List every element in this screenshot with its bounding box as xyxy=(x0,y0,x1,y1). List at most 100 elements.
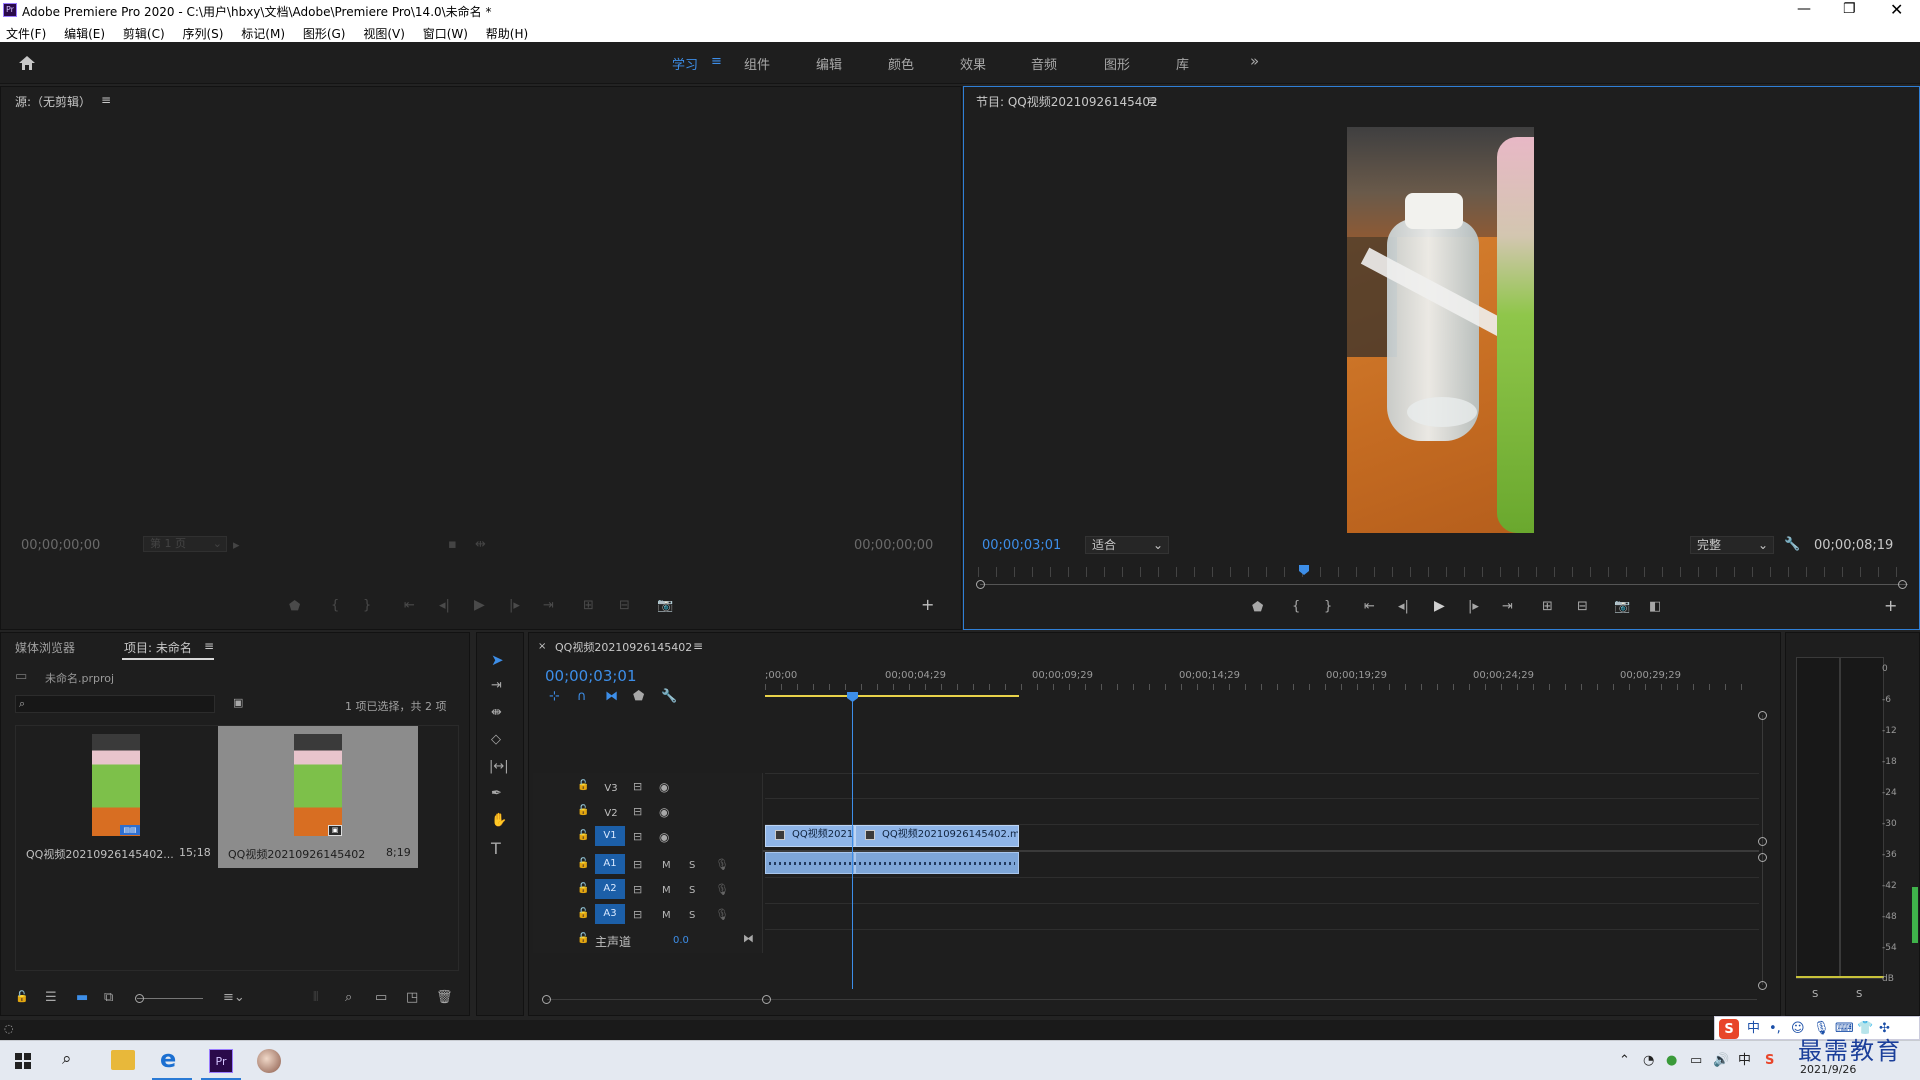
new-item-icon[interactable]: ◳ xyxy=(406,991,418,1004)
source-go-to-out-icon[interactable]: ⇥ xyxy=(543,599,554,612)
meter-solo-button[interactable]: S xyxy=(1812,989,1818,1000)
pen-tool-icon[interactable]: ✒ xyxy=(491,787,502,800)
timeline-vertical-scrollbar[interactable] xyxy=(1762,715,1763,985)
menu-clip[interactable]: 剪辑(C) xyxy=(123,27,165,41)
type-tool-icon[interactable]: T xyxy=(491,841,501,857)
timeline-tab[interactable]: QQ视频20210926145402 xyxy=(555,639,692,655)
work-area-bar[interactable] xyxy=(765,695,1019,697)
program-settings-wrench-icon[interactable]: 🔧 xyxy=(1784,538,1800,551)
source-add-button-icon[interactable]: + xyxy=(921,597,934,613)
workspace-audio[interactable]: 音频 xyxy=(1031,54,1057,73)
program-lift-icon[interactable]: ⊞ xyxy=(1542,600,1553,613)
scroll-handle[interactable] xyxy=(1758,837,1767,846)
project-menu-icon[interactable]: ≡ xyxy=(204,639,214,653)
project-item[interactable]: ▤▤ QQ视频20210926145402... 15;18 xyxy=(16,726,216,868)
track-lock-icon[interactable]: 🔓 xyxy=(577,934,589,944)
track-sync-icon[interactable]: ⊟ xyxy=(633,884,642,895)
menu-sequence[interactable]: 序列(S) xyxy=(182,27,223,41)
snap-icon[interactable]: ∩ xyxy=(577,690,587,703)
source-insert-icon[interactable]: ⊞ xyxy=(583,599,594,612)
scroll-handle[interactable] xyxy=(1758,853,1767,862)
track-target-v2[interactable]: V2 xyxy=(601,806,621,822)
slip-tool-icon[interactable]: |↔| xyxy=(489,760,509,773)
timeline-playhead-handle[interactable] xyxy=(847,692,858,702)
ime-mode-icon[interactable]: 中 xyxy=(1747,1022,1760,1035)
tray-network-icon[interactable]: ▭ xyxy=(1690,1054,1702,1067)
file-explorer-icon[interactable] xyxy=(111,1050,135,1070)
track-mute-button[interactable]: M xyxy=(662,910,671,921)
program-extract-icon[interactable]: ⊟ xyxy=(1577,600,1588,613)
icon-view-icon[interactable]: ▬ xyxy=(76,991,88,1004)
tray-volume-icon[interactable]: 🔊 xyxy=(1713,1054,1729,1067)
timeline-zoom-handle-right[interactable] xyxy=(762,995,771,1004)
program-time-ruler[interactable] xyxy=(978,567,1904,577)
track-target-a2[interactable]: A2 xyxy=(595,879,625,899)
source-go-to-in-icon[interactable]: ⇤ xyxy=(404,599,415,612)
source-menu-icon[interactable]: ≡ xyxy=(101,93,111,107)
timeline-zoom-handle-left[interactable] xyxy=(542,995,551,1004)
project-bin-area[interactable]: ▤▤ QQ视频20210926145402... 15;18 ▣ QQ视频202… xyxy=(15,725,459,971)
master-go-to-end-icon[interactable]: ⧓ xyxy=(743,933,754,944)
tab-media-browser[interactable]: 媒体浏览器 xyxy=(15,639,75,656)
track-target-v3[interactable]: V3 xyxy=(601,781,621,797)
source-play-icon[interactable]: ▶ xyxy=(474,598,485,612)
track-target-v1[interactable]: V1 xyxy=(595,826,625,846)
track-mute-button[interactable]: M xyxy=(662,860,671,871)
source-mark-in-icon[interactable]: { xyxy=(331,599,339,612)
timeline-menu-icon[interactable]: ≡ xyxy=(693,639,703,653)
track-lock-icon[interactable]: 🔓 xyxy=(577,781,589,791)
razor-tool-icon[interactable]: ◇ xyxy=(491,733,501,746)
program-video-frame[interactable] xyxy=(1347,127,1534,533)
tray-sogou-icon[interactable]: S xyxy=(1765,1054,1774,1067)
program-add-marker-icon[interactable]: ⬟ xyxy=(1252,601,1263,614)
source-export-frame-icon[interactable]: 📷 xyxy=(657,599,673,612)
track-select-tool-icon[interactable]: ⇥ xyxy=(491,679,502,692)
project-item-thumbnail[interactable] xyxy=(92,734,140,836)
source-mark-out-icon[interactable]: } xyxy=(363,599,371,612)
track-eye-icon[interactable]: ◉ xyxy=(659,781,669,793)
tray-notification-icon[interactable]: ◔ xyxy=(1643,1054,1654,1067)
program-quality-select[interactable]: 完整 ⌄ xyxy=(1690,536,1774,554)
program-export-frame-icon[interactable]: 📷 xyxy=(1614,600,1630,613)
timeline-timecode[interactable]: 00;00;03;01 xyxy=(545,667,637,685)
chrome-user-avatar-icon[interactable] xyxy=(257,1049,281,1073)
program-menu-icon[interactable]: ≡ xyxy=(1147,93,1157,107)
program-zoom-handle-left[interactable] xyxy=(976,580,985,589)
source-page-next-icon[interactable]: ▸ xyxy=(233,539,240,552)
automate-to-sequence-icon[interactable]: ⫴ xyxy=(313,991,318,1004)
track-sync-icon[interactable]: ⊟ xyxy=(633,909,642,920)
premiere-taskbar-icon[interactable]: Pr xyxy=(209,1049,233,1073)
meter-solo-button[interactable]: S xyxy=(1856,989,1862,1000)
restore-button[interactable]: ❐ xyxy=(1843,1,1856,17)
scroll-handle[interactable] xyxy=(1758,981,1767,990)
add-marker-icon[interactable]: ⬟ xyxy=(633,690,644,703)
track-target-a3[interactable]: A3 xyxy=(595,904,625,924)
linked-selection-icon[interactable]: ⧓ xyxy=(605,690,618,703)
track-lock-icon[interactable]: 🔓 xyxy=(577,909,589,919)
program-go-to-out-icon[interactable]: ⇥ xyxy=(1502,600,1513,613)
project-search-input[interactable]: ⌕ xyxy=(15,695,215,713)
track-solo-button[interactable]: S xyxy=(689,885,695,896)
source-step-forward-icon[interactable]: |▸ xyxy=(509,599,520,612)
clear-icon[interactable]: 🗑 xyxy=(436,991,453,1004)
track-solo-button[interactable]: S xyxy=(689,860,695,871)
track-eye-icon[interactable]: ◉ xyxy=(659,806,669,818)
workspace-color[interactable]: 颜色 xyxy=(888,54,914,73)
track-sync-icon[interactable]: ⊟ xyxy=(633,859,642,870)
track-lock-icon[interactable]: 🔓 xyxy=(577,806,589,816)
source-page-select[interactable]: 第 1 页 ⌄ xyxy=(143,536,227,552)
track-target-a1[interactable]: A1 xyxy=(595,854,625,874)
track-sync-icon[interactable]: ⊟ xyxy=(633,806,642,817)
timeline-horizontal-scrollbar[interactable] xyxy=(547,999,1757,1000)
source-step-back-icon[interactable]: ◂| xyxy=(439,599,450,612)
new-search-bin-icon[interactable]: ▣ xyxy=(233,697,243,708)
menu-view[interactable]: 视图(V) xyxy=(363,27,405,41)
program-mark-out-icon[interactable]: } xyxy=(1324,600,1332,613)
timeline-playhead[interactable] xyxy=(852,697,853,989)
video-clip[interactable]: QQ视频20210926145402.mp4 xyxy=(855,825,1019,847)
track-sync-icon[interactable]: ⊟ xyxy=(633,781,642,792)
master-track-volume[interactable]: 0.0 xyxy=(673,935,689,946)
minimize-button[interactable]: — xyxy=(1797,1,1811,17)
workspace-learn[interactable]: 学习 xyxy=(672,54,698,73)
edge-browser-icon[interactable]: e xyxy=(160,1047,176,1071)
